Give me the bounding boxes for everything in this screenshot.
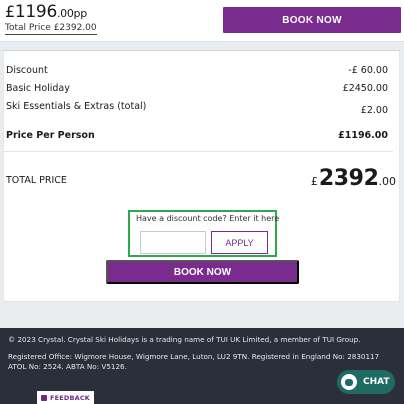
total-main: 2392 (318, 166, 379, 191)
row-label: Basic Holiday (6, 83, 70, 94)
chat-label: CHAT (363, 377, 390, 387)
discount-code-input[interactable] (140, 231, 206, 254)
total-price-label: TOTAL PRICE (6, 175, 67, 186)
book-now-button[interactable]: BOOK NOW (106, 260, 299, 284)
summary-divider (3, 151, 393, 152)
price-per-person-top: £1196.00pp (5, 2, 87, 22)
apply-discount-button[interactable]: APPLY (211, 231, 268, 254)
sticky-price-bar: £1196.00pp Total Price £2392.00 BOOK NOW (0, 0, 404, 42)
price-currency: £ (5, 2, 15, 21)
total-decimal: .00 (378, 175, 397, 188)
book-now-button-top[interactable]: BOOK NOW (223, 7, 401, 33)
summary-row-price-per-person: Price Per Person £1196.00 (6, 130, 388, 141)
feedback-label: FEEDBACK (49, 393, 91, 402)
row-value: £1196.00 (338, 130, 388, 141)
summary-row-ski-essentials: Ski Essentials & Extras (total) £2.00 (6, 101, 388, 116)
row-value: £2450.00 (342, 83, 388, 94)
row-label: Ski Essentials & Extras (total) (6, 101, 147, 112)
footer-copyright: © 2023 Crystal. Crystal Ski Holidays is … (8, 335, 361, 344)
total-currency: £ (310, 175, 318, 188)
row-value: £2.00 (360, 105, 388, 116)
card-top-divider (3, 50, 400, 51)
chat-bubble-icon (341, 374, 357, 390)
footer-registered-office: Registered Office: Wigmore House, Wigmor… (8, 352, 380, 371)
discount-prompt: Have a discount code? Enter it here (136, 214, 280, 223)
price-suffix: .00pp (56, 7, 87, 20)
price-main: 1196 (14, 2, 57, 22)
row-value: -£ 60.00 (348, 65, 388, 76)
feedback-tab[interactable]: FEEDBACK (37, 391, 94, 404)
summary-row-discount: Discount -£ 60.00 (6, 65, 388, 76)
total-price-link[interactable]: Total Price £2392.00 (5, 23, 97, 35)
discount-code-box: Have a discount code? Enter it here APPL… (128, 210, 280, 257)
summary-row-basic-holiday: Basic Holiday £2450.00 (6, 83, 388, 94)
row-label: Price Per Person (6, 130, 95, 141)
chat-button[interactable]: CHAT (337, 370, 395, 394)
row-label: Discount (6, 65, 48, 76)
total-price-value: £ 2392 .00 (311, 166, 396, 191)
thumbs-up-icon (40, 394, 47, 401)
